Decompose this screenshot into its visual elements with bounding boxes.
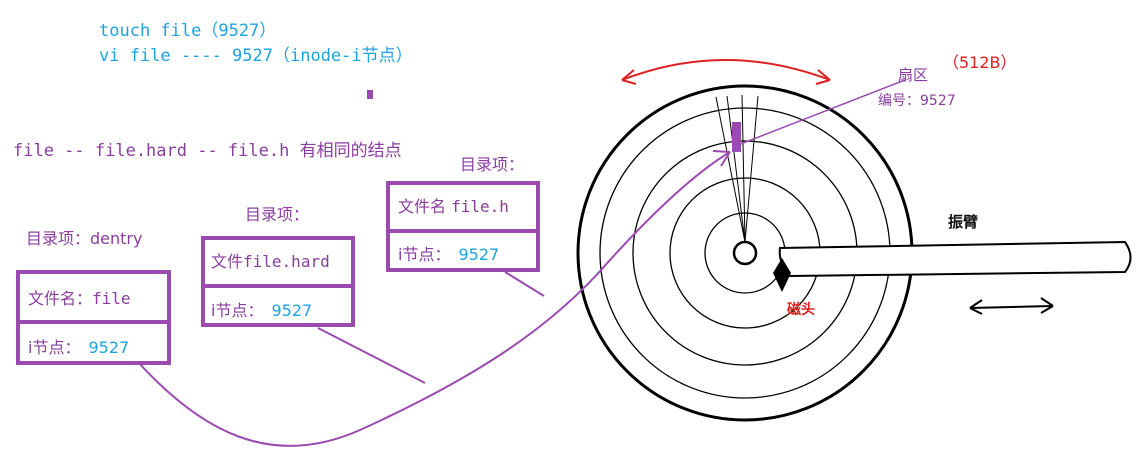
sector-number: 编号：9527	[878, 93, 956, 109]
inode-label: i节点：	[28, 338, 81, 357]
name-label: 文件名：	[28, 289, 93, 308]
dentry-name-row: 文件file.hard	[205, 240, 351, 288]
name-cell: 文件名：file	[28, 291, 131, 307]
name-label: 文件	[211, 252, 244, 271]
name-cell: 文件名 file.h	[398, 199, 509, 215]
name-label: 文件名	[398, 197, 447, 216]
dentry-name-row: 文件名：file	[20, 274, 167, 324]
inode-number: 9527	[88, 338, 130, 357]
dentry-name-row: 文件名 file.h	[390, 185, 536, 233]
dentry-box-file-hard: 文件file.hard i节点： 9527	[201, 236, 355, 327]
sector-highlight	[732, 122, 741, 152]
inode-label: i节点：	[398, 245, 451, 264]
inode-cell: i节点： 9527	[398, 247, 499, 263]
dot-mark	[367, 90, 373, 99]
dentry-title-3: 目录项：	[460, 155, 525, 174]
file-name: file.h	[451, 197, 509, 216]
dentry-box-file: 文件名：file i节点： 9527	[16, 270, 171, 365]
file-name: file.hard	[243, 252, 330, 271]
name-cell: 文件file.hard	[211, 254, 330, 270]
file-name: file	[92, 289, 131, 308]
inode-cell: i节点： 9527	[211, 303, 312, 319]
same-inode-note: file -- file.hard -- file.h 有相同的结点	[13, 141, 402, 161]
inode-cell: i节点： 9527	[28, 340, 129, 356]
touch-command: touch file（9527）	[99, 21, 277, 41]
dentry-title-2: 目录项：	[245, 205, 310, 224]
inode-label: i节点：	[211, 301, 264, 320]
inode-number: 9527	[271, 301, 313, 320]
rotation-arrow	[621, 59, 831, 85]
vi-command: vi file ---- 9527（inode-i节点）	[99, 46, 413, 66]
inode-number: 9527	[458, 245, 500, 264]
arm-movement-arrow	[969, 297, 1054, 315]
dentry-title: 目录项：dentry	[26, 229, 143, 248]
arm	[778, 240, 1132, 278]
head-label: 磁头	[787, 302, 815, 318]
arm-label: 振臂	[948, 213, 979, 231]
dentry-box-file-h: 文件名 file.h i节点： 9527	[386, 181, 540, 272]
sector-pointer	[737, 79, 906, 146]
sector-label: 扇区	[898, 66, 929, 84]
sector-size: （512B）	[943, 53, 1017, 72]
